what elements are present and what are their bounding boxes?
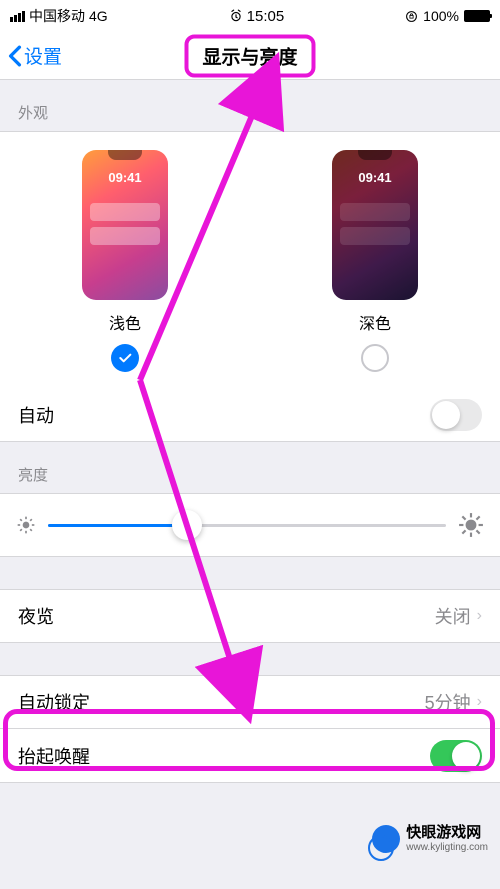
auto-label: 自动: [18, 402, 54, 428]
auto-lock-row[interactable]: 自动锁定 5分钟 ›: [0, 675, 500, 729]
raise-to-wake-label: 抬起唤醒: [18, 743, 90, 769]
brightness-slider[interactable]: [48, 524, 446, 527]
appearance-option-dark[interactable]: 09:41 深色: [332, 150, 418, 372]
battery-percent: 100%: [423, 8, 459, 24]
network-type: 4G: [89, 8, 108, 24]
back-label: 设置: [24, 42, 62, 69]
chevron-right-icon: ›: [477, 693, 482, 711]
watermark: 快眼游戏网 www.kyligting.com: [372, 825, 488, 853]
appearance-option-light[interactable]: 09:41 浅色: [82, 150, 168, 372]
sun-large-icon: [458, 512, 484, 538]
watermark-logo-icon: [372, 825, 400, 853]
page-title: 显示与亮度: [184, 34, 315, 77]
night-shift-label: 夜览: [18, 603, 54, 629]
chevron-right-icon: ›: [477, 607, 482, 625]
appearance-header: 外观: [0, 80, 500, 131]
watermark-cn: 快眼游戏网: [406, 825, 488, 842]
night-shift-row[interactable]: 夜览 关闭 ›: [0, 589, 500, 643]
radio-checked-icon[interactable]: [111, 344, 139, 372]
sun-small-icon: [16, 515, 36, 535]
chevron-left-icon: [8, 45, 22, 67]
status-left: 中国移动 4G: [10, 6, 108, 26]
nav-bar: 设置 显示与亮度: [0, 32, 500, 80]
dark-label: 深色: [359, 310, 391, 334]
alarm-icon: [229, 9, 243, 23]
carrier: 中国移动: [29, 6, 85, 26]
night-shift-value: 关闭: [435, 603, 471, 629]
watermark-en: www.kyligting.com: [406, 842, 488, 853]
status-center: 15:05: [229, 8, 285, 25]
radio-unchecked-icon[interactable]: [361, 344, 389, 372]
dark-mode-preview: 09:41: [332, 150, 418, 300]
auto-lock-value: 5分钟: [425, 689, 471, 715]
status-right: 100%: [405, 8, 490, 24]
raise-to-wake-switch[interactable]: [430, 740, 482, 772]
back-button[interactable]: 设置: [0, 42, 62, 69]
light-label: 浅色: [109, 310, 141, 334]
auto-lock-label: 自动锁定: [18, 689, 90, 715]
appearance-row: 09:41 浅色 09:41 深色: [0, 131, 500, 388]
auto-switch[interactable]: [430, 399, 482, 431]
brightness-slider-row: [0, 493, 500, 557]
status-time: 15:05: [247, 8, 285, 25]
raise-to-wake-row[interactable]: 抬起唤醒: [0, 729, 500, 783]
status-bar: 中国移动 4G 15:05 100%: [0, 0, 500, 32]
battery-icon: [464, 10, 490, 22]
light-mode-preview: 09:41: [82, 150, 168, 300]
rotation-lock-icon: [405, 10, 418, 23]
brightness-header: 亮度: [0, 442, 500, 493]
slider-thumb[interactable]: [172, 510, 202, 540]
auto-row[interactable]: 自动: [0, 388, 500, 442]
signal-icon: [10, 11, 25, 22]
